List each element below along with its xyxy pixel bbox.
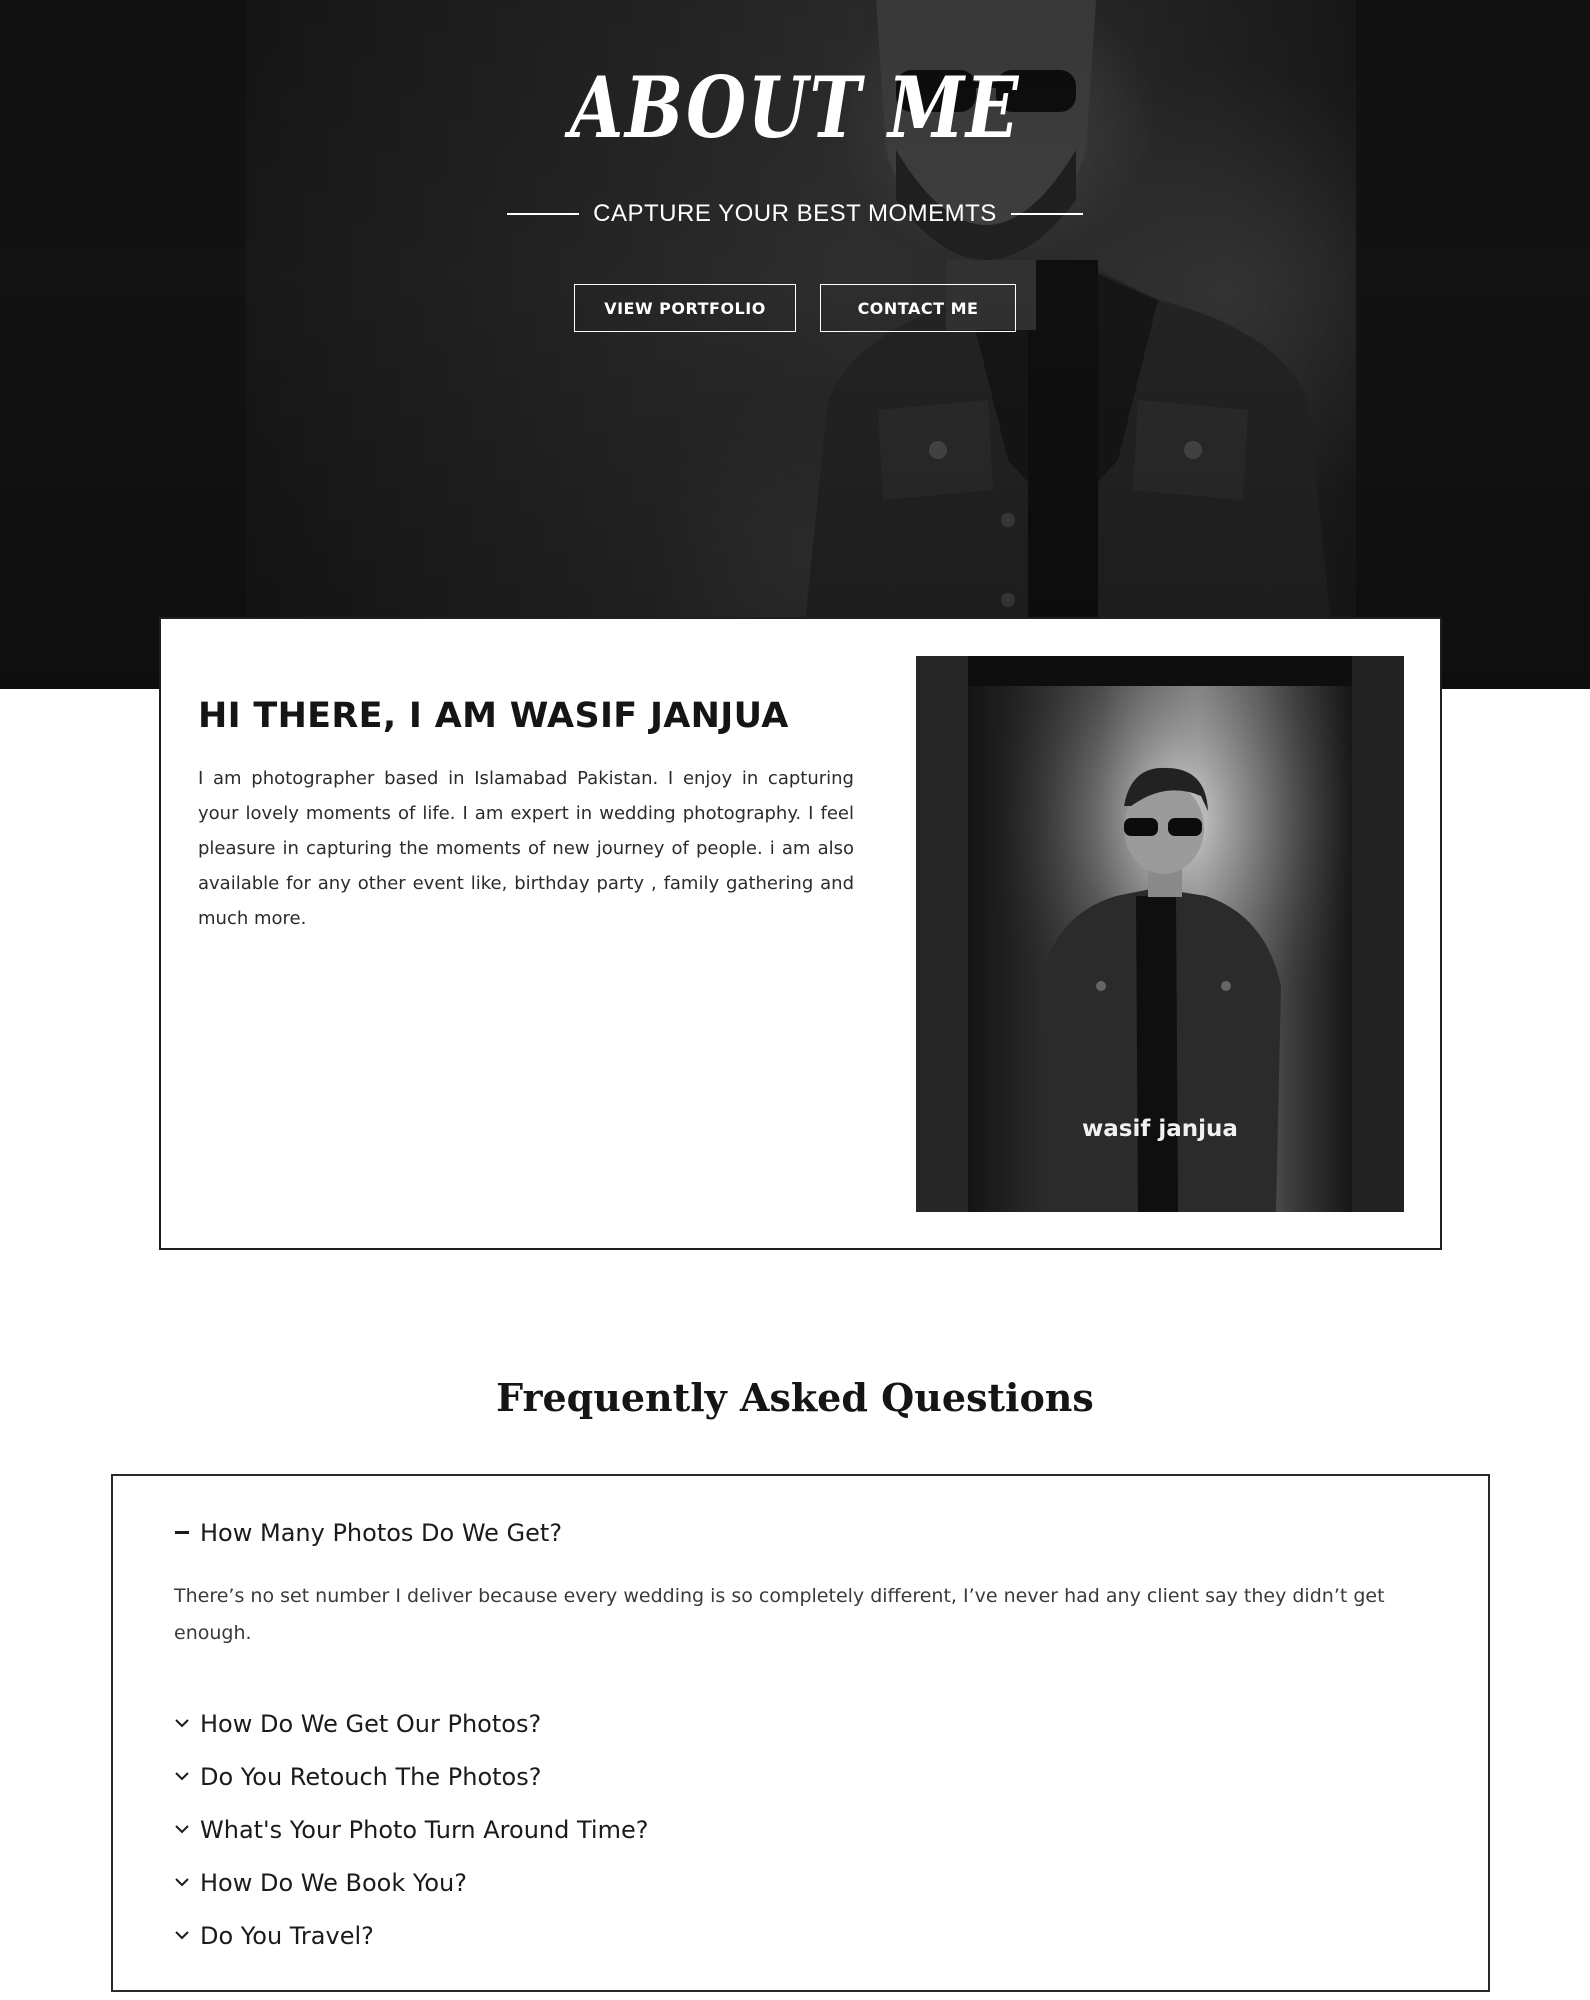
tagline-left-divider [507, 213, 580, 215]
chevron-down-icon [174, 1875, 190, 1891]
hero-tagline: CAPTURE YOUR BEST MOMEMTS [593, 200, 997, 227]
faq-question-label: How Do We Get Our Photos? [200, 1709, 542, 1738]
faq-item-open: How Many Photos Do We Get? There’s no se… [174, 1516, 1444, 1652]
faq-question-toggle[interactable]: How Do We Get Our Photos? [174, 1697, 1444, 1750]
contact-me-button[interactable]: CONTACT ME [820, 284, 1016, 332]
faq-question-toggle[interactable]: How Many Photos Do We Get? [174, 1516, 1444, 1550]
hero-title: ABOUT ME [569, 58, 1021, 157]
faq-question-toggle[interactable]: Do You Retouch The Photos? [174, 1750, 1444, 1803]
view-portfolio-button[interactable]: VIEW PORTFOLIO [574, 284, 796, 332]
profile-photo: wasif janjua [916, 656, 1404, 1212]
about-heading: HI THERE, I AM WASIF JANJUA [198, 696, 789, 736]
about-card: HI THERE, I AM WASIF JANJUA I am photogr… [159, 617, 1442, 1250]
chevron-down-icon [174, 1716, 190, 1732]
about-text-block: HI THERE, I AM WASIF JANJUA I am photogr… [198, 695, 854, 936]
faq-question-label: Do You Travel? [200, 1921, 374, 1950]
faq-title: Frequently Asked Questions [496, 1375, 1094, 1420]
hero-buttons: VIEW PORTFOLIO CONTACT ME [0, 284, 1590, 332]
faq-question-toggle[interactable]: Do You Travel? [174, 1909, 1444, 1962]
chevron-down-icon [174, 1928, 190, 1944]
hero-banner: ABOUT ME CAPTURE YOUR BEST MOMEMTS VIEW … [0, 0, 1590, 689]
profile-photo-caption: wasif janjua [1082, 1116, 1238, 1142]
minus-icon [174, 1525, 190, 1541]
chevron-down-icon [174, 1769, 190, 1785]
faq-question-toggle[interactable]: What's Your Photo Turn Around Time? [174, 1803, 1444, 1856]
faq-answer: There’s no set number I deliver because … [174, 1585, 1385, 1644]
hero-tagline-row: CAPTURE YOUR BEST MOMEMTS [0, 200, 1590, 228]
about-body: I am photographer based in Islamabad Pak… [198, 768, 854, 929]
tagline-right-divider [1010, 213, 1083, 215]
faq-question-label: What's Your Photo Turn Around Time? [200, 1815, 649, 1844]
chevron-down-icon [174, 1822, 190, 1838]
faq-question-label: Do You Retouch The Photos? [200, 1762, 542, 1791]
faq-question-label: How Many Photos Do We Get? [200, 1519, 563, 1547]
faq-accordion: How Many Photos Do We Get? There’s no se… [111, 1474, 1490, 1992]
faq-question-toggle[interactable]: How Do We Book You? [174, 1856, 1444, 1909]
faq-collapsed-list: How Do We Get Our Photos? Do You Retouch… [174, 1697, 1444, 1962]
faq-question-label: How Do We Book You? [200, 1868, 467, 1897]
